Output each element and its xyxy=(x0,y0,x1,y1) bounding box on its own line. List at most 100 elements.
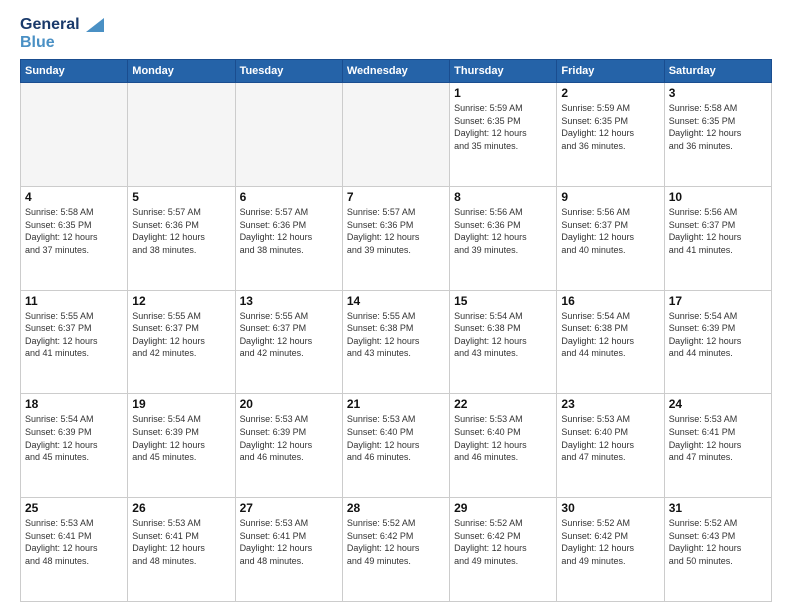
calendar-cell: 2 Sunrise: 5:59 AMSunset: 6:35 PMDaylight… xyxy=(557,83,664,187)
calendar-cell: 12Sunrise: 5:55 AMSunset: 6:37 PMDayligh… xyxy=(128,290,235,394)
calendar-cell: 13 Sunrise: 5:55 AMSunset: 6:37 PMDayligh… xyxy=(235,290,342,394)
day-number: 22 xyxy=(454,397,552,411)
day-info: Sunrise: 5:53 AMSunset: 6:41 PMDaylight:… xyxy=(132,517,230,567)
calendar-cell xyxy=(21,83,128,187)
day-number: 1 xyxy=(454,86,552,100)
day-info: Sunrise: 5:53 AMSunset: 6:40 PMDaylight:… xyxy=(454,413,552,463)
day-info: Sunrise: 5:57 AMSunset: 6:36 PMDaylight:… xyxy=(132,206,230,256)
calendar-cell: 25 Sunrise: 5:53 AMSunset: 6:41 PMDayligh… xyxy=(21,498,128,602)
calendar-cell: 27Sunrise: 5:53 AMSunset: 6:41 PMDayligh… xyxy=(235,498,342,602)
day-number: 29 xyxy=(454,501,552,515)
calendar-cell: 11 Sunrise: 5:55 AMSunset: 6:37 PMDayligh… xyxy=(21,290,128,394)
calendar-cell: 26 Sunrise: 5:53 AMSunset: 6:41 PMDayligh… xyxy=(128,498,235,602)
day-info: Sunrise: 5:54 AMSunset: 6:39 PMDaylight:… xyxy=(132,413,230,463)
day-number: 8 xyxy=(454,190,552,204)
week-row-4: 18 Sunrise: 5:54 AMSunset: 6:39 PMDayligh… xyxy=(21,394,772,498)
day-info: Sunrise: 5:56 AMSunset: 6:37 PMDaylight:… xyxy=(561,206,659,256)
calendar-cell: 19 Sunrise: 5:54 AMSunset: 6:39 PMDayligh… xyxy=(128,394,235,498)
day-number: 18 xyxy=(25,397,123,411)
day-number: 27 xyxy=(240,501,338,515)
weekday-header-monday: Monday xyxy=(128,60,235,83)
day-number: 25 xyxy=(25,501,123,515)
week-row-5: 25 Sunrise: 5:53 AMSunset: 6:41 PMDayligh… xyxy=(21,498,772,602)
day-number: 23 xyxy=(561,397,659,411)
calendar-cell: 5 Sunrise: 5:57 AMSunset: 6:36 PMDaylight… xyxy=(128,186,235,290)
day-info: Sunrise: 5:55 AMSunset: 6:37 PMDaylight:… xyxy=(240,310,338,360)
weekday-header-saturday: Saturday xyxy=(664,60,771,83)
calendar-cell xyxy=(128,83,235,187)
calendar-cell: 22 Sunrise: 5:53 AMSunset: 6:40 PMDayligh… xyxy=(450,394,557,498)
calendar-cell: 1 Sunrise: 5:59 AMSunset: 6:35 PMDaylight… xyxy=(450,83,557,187)
calendar-cell xyxy=(342,83,449,187)
week-row-3: 11 Sunrise: 5:55 AMSunset: 6:37 PMDayligh… xyxy=(21,290,772,394)
day-info: Sunrise: 5:52 AMSunset: 6:42 PMDaylight:… xyxy=(347,517,445,567)
day-number: 14 xyxy=(347,294,445,308)
day-info: Sunrise: 5:53 AMSunset: 6:39 PMDaylight:… xyxy=(240,413,338,463)
weekday-header-tuesday: Tuesday xyxy=(235,60,342,83)
weekday-header-sunday: Sunday xyxy=(21,60,128,83)
day-number: 2 xyxy=(561,86,659,100)
calendar-body: 1 Sunrise: 5:59 AMSunset: 6:35 PMDaylight… xyxy=(21,83,772,602)
calendar-cell: 24 Sunrise: 5:53 AMSunset: 6:41 PMDayligh… xyxy=(664,394,771,498)
day-number: 5 xyxy=(132,190,230,204)
calendar-cell: 4Sunrise: 5:58 AMSunset: 6:35 PMDaylight… xyxy=(21,186,128,290)
weekday-header-wednesday: Wednesday xyxy=(342,60,449,83)
calendar-cell: 23 Sunrise: 5:53 AMSunset: 6:40 PMDayligh… xyxy=(557,394,664,498)
day-info: Sunrise: 5:55 AMSunset: 6:37 PMDaylight:… xyxy=(25,310,123,360)
day-info: Sunrise: 5:57 AMSunset: 6:36 PMDaylight:… xyxy=(347,206,445,256)
calendar-cell: 3 Sunrise: 5:58 AMSunset: 6:35 PMDaylight… xyxy=(664,83,771,187)
day-info: Sunrise: 5:56 AMSunset: 6:37 PMDaylight:… xyxy=(669,206,767,256)
day-info: Sunrise: 5:59 AMSunset: 6:35 PMDaylight:… xyxy=(454,102,552,152)
logo: General Blue xyxy=(20,16,104,51)
weekday-header-friday: Friday xyxy=(557,60,664,83)
calendar-cell: 21Sunrise: 5:53 AMSunset: 6:40 PMDayligh… xyxy=(342,394,449,498)
calendar-cell: 9Sunrise: 5:56 AMSunset: 6:37 PMDaylight… xyxy=(557,186,664,290)
calendar-header: SundayMondayTuesdayWednesdayThursdayFrid… xyxy=(21,60,772,83)
day-info: Sunrise: 5:55 AMSunset: 6:37 PMDaylight:… xyxy=(132,310,230,360)
header: General Blue xyxy=(20,16,772,51)
week-row-2: 4Sunrise: 5:58 AMSunset: 6:35 PMDaylight… xyxy=(21,186,772,290)
day-info: Sunrise: 5:57 AMSunset: 6:36 PMDaylight:… xyxy=(240,206,338,256)
weekday-header-row: SundayMondayTuesdayWednesdayThursdayFrid… xyxy=(21,60,772,83)
calendar-cell: 16Sunrise: 5:54 AMSunset: 6:38 PMDayligh… xyxy=(557,290,664,394)
calendar-cell: 8 Sunrise: 5:56 AMSunset: 6:36 PMDaylight… xyxy=(450,186,557,290)
day-info: Sunrise: 5:58 AMSunset: 6:35 PMDaylight:… xyxy=(669,102,767,152)
day-info: Sunrise: 5:54 AMSunset: 6:39 PMDaylight:… xyxy=(669,310,767,360)
calendar-table: SundayMondayTuesdayWednesdayThursdayFrid… xyxy=(20,59,772,602)
day-info: Sunrise: 5:56 AMSunset: 6:36 PMDaylight:… xyxy=(454,206,552,256)
day-number: 31 xyxy=(669,501,767,515)
day-info: Sunrise: 5:59 AMSunset: 6:35 PMDaylight:… xyxy=(561,102,659,152)
day-number: 20 xyxy=(240,397,338,411)
day-number: 28 xyxy=(347,501,445,515)
calendar-cell: 7 Sunrise: 5:57 AMSunset: 6:36 PMDaylight… xyxy=(342,186,449,290)
calendar-cell: 29Sunrise: 5:52 AMSunset: 6:42 PMDayligh… xyxy=(450,498,557,602)
day-number: 26 xyxy=(132,501,230,515)
day-info: Sunrise: 5:53 AMSunset: 6:40 PMDaylight:… xyxy=(561,413,659,463)
day-number: 6 xyxy=(240,190,338,204)
calendar-cell: 31 Sunrise: 5:52 AMSunset: 6:43 PMDayligh… xyxy=(664,498,771,602)
day-number: 19 xyxy=(132,397,230,411)
calendar-cell: 15Sunrise: 5:54 AMSunset: 6:38 PMDayligh… xyxy=(450,290,557,394)
day-number: 30 xyxy=(561,501,659,515)
day-number: 13 xyxy=(240,294,338,308)
calendar-cell: 14 Sunrise: 5:55 AMSunset: 6:38 PMDayligh… xyxy=(342,290,449,394)
day-info: Sunrise: 5:54 AMSunset: 6:38 PMDaylight:… xyxy=(454,310,552,360)
day-info: Sunrise: 5:53 AMSunset: 6:41 PMDaylight:… xyxy=(669,413,767,463)
calendar-cell: 10 Sunrise: 5:56 AMSunset: 6:37 PMDayligh… xyxy=(664,186,771,290)
day-number: 21 xyxy=(347,397,445,411)
week-row-1: 1 Sunrise: 5:59 AMSunset: 6:35 PMDaylight… xyxy=(21,83,772,187)
logo-text: General Blue xyxy=(20,16,104,51)
day-info: Sunrise: 5:52 AMSunset: 6:43 PMDaylight:… xyxy=(669,517,767,567)
day-number: 3 xyxy=(669,86,767,100)
day-number: 10 xyxy=(669,190,767,204)
calendar-cell: 28 Sunrise: 5:52 AMSunset: 6:42 PMDayligh… xyxy=(342,498,449,602)
day-number: 7 xyxy=(347,190,445,204)
day-info: Sunrise: 5:55 AMSunset: 6:38 PMDaylight:… xyxy=(347,310,445,360)
calendar-cell: 18Sunrise: 5:54 AMSunset: 6:39 PMDayligh… xyxy=(21,394,128,498)
weekday-header-thursday: Thursday xyxy=(450,60,557,83)
day-number: 17 xyxy=(669,294,767,308)
day-info: Sunrise: 5:53 AMSunset: 6:41 PMDaylight:… xyxy=(25,517,123,567)
day-number: 24 xyxy=(669,397,767,411)
day-number: 11 xyxy=(25,294,123,308)
day-info: Sunrise: 5:52 AMSunset: 6:42 PMDaylight:… xyxy=(561,517,659,567)
